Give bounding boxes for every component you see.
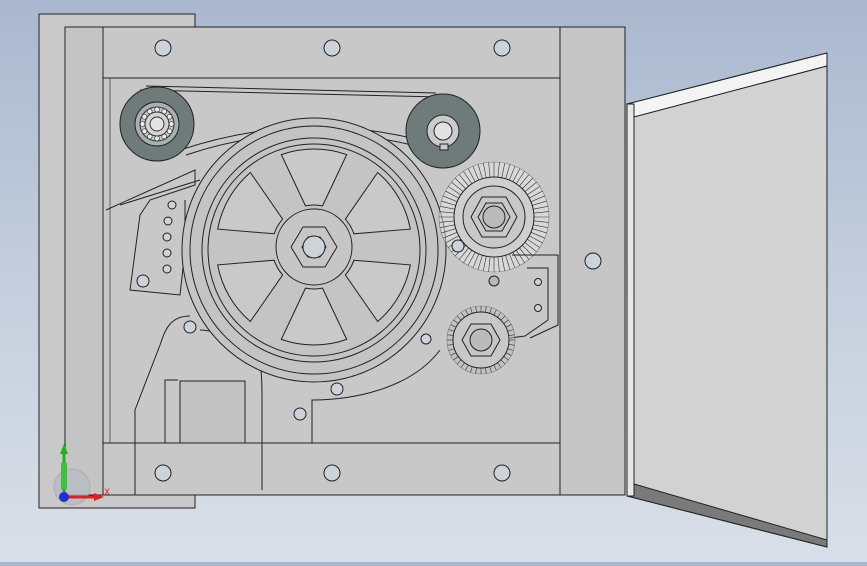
bearing-ball [141,128,148,134]
bolt-hole [154,39,172,57]
bearing-ball [161,108,167,115]
bearing-ball [147,108,153,115]
bearing-ball [154,106,160,113]
bearing-ball [161,133,167,140]
spur-gear[interactable] [446,305,516,375]
bolt-hole [493,464,511,482]
bearing-ball [166,114,173,120]
bearing-ball [168,121,175,127]
side-door-panel[interactable] [626,52,828,548]
bearing-ball [166,128,173,134]
bolt-hole [154,464,172,482]
bearing-ball [141,114,148,120]
drive-pulley[interactable] [405,93,481,169]
bearing-ball [147,133,153,140]
bolt-hole [493,39,511,57]
side-bolt-hole [584,252,602,270]
triad-x-label: X [104,488,110,498]
bolt-hole [323,464,341,482]
bolt-hole [323,39,341,57]
cad-viewport[interactable]: X [0,0,867,562]
idler-bearing-pulley[interactable] [119,86,195,162]
assembly-drawing: X [38,13,828,548]
bearing-ball [139,121,146,127]
bearing-ball [154,135,160,142]
main-spoked-wheel[interactable] [181,117,447,383]
z-axis-dot [59,492,69,502]
